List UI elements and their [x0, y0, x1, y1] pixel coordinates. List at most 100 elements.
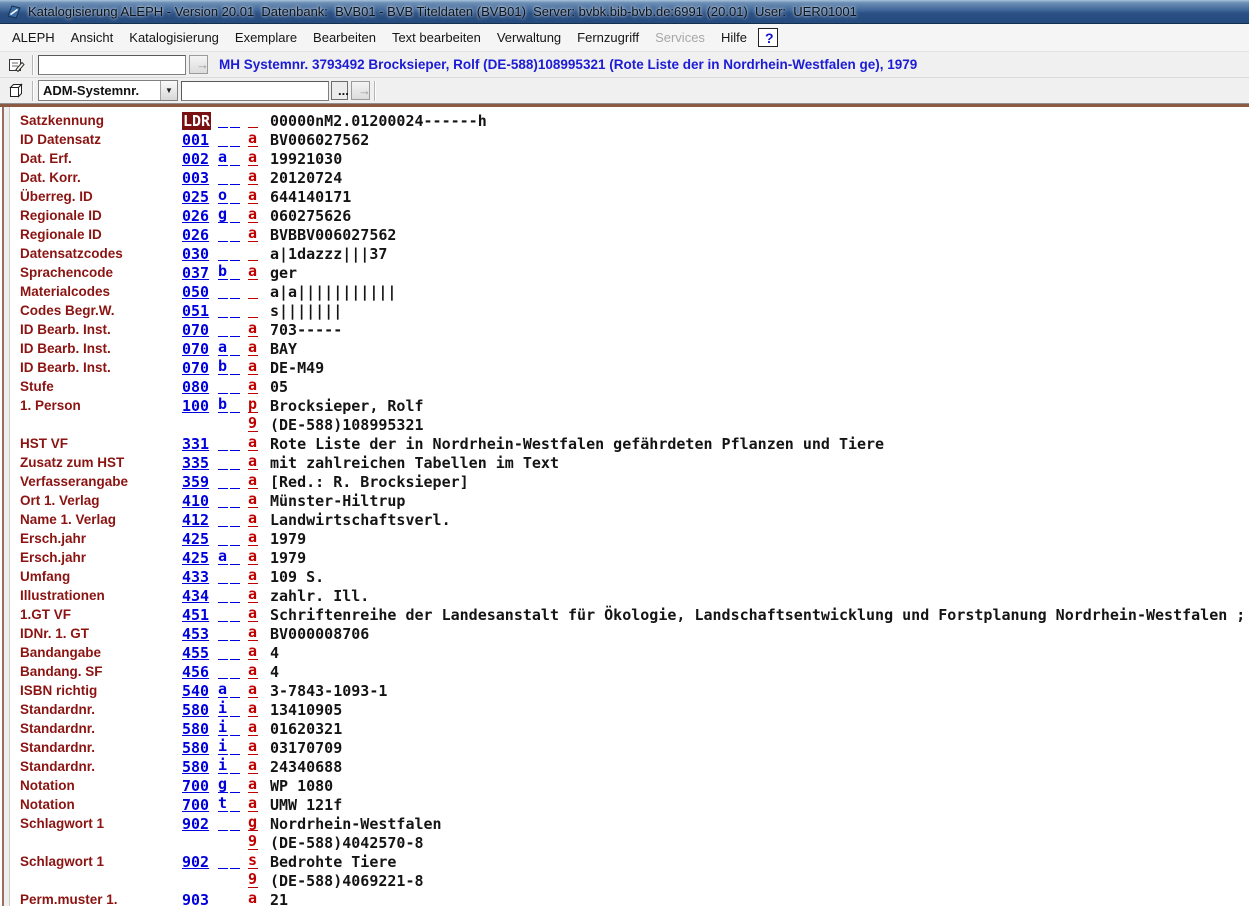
- subfield-code[interactable]: a: [248, 644, 258, 660]
- indicator-2[interactable]: [230, 454, 240, 470]
- subfield-code[interactable]: a: [248, 359, 258, 375]
- field-tag[interactable]: 100: [182, 397, 209, 415]
- indicator-2[interactable]: [230, 169, 240, 185]
- field-value[interactable]: 4: [270, 663, 279, 681]
- indicator-1[interactable]: [218, 112, 228, 128]
- field-value[interactable]: 05: [270, 378, 288, 396]
- indicator-1[interactable]: [218, 530, 228, 546]
- indicator-2[interactable]: [230, 587, 240, 603]
- subfield-code[interactable]: a: [248, 739, 258, 755]
- field-tag[interactable]: 902: [182, 853, 209, 871]
- subfield-code[interactable]: a: [248, 587, 258, 603]
- indicator-2[interactable]: [230, 644, 240, 660]
- subfield-code[interactable]: a: [248, 264, 258, 280]
- indicator-2[interactable]: [230, 891, 240, 906]
- field-value[interactable]: 20120724: [270, 169, 342, 187]
- field-tag[interactable]: 335: [182, 454, 209, 472]
- field-tag[interactable]: 070: [182, 340, 209, 358]
- indicator-1[interactable]: [218, 131, 228, 147]
- field-tag[interactable]: 070: [182, 321, 209, 339]
- indicator-2[interactable]: [230, 435, 240, 451]
- subfield-code[interactable]: a: [248, 473, 258, 489]
- search-value-input[interactable]: [181, 81, 329, 101]
- indicator-1[interactable]: [218, 169, 228, 185]
- field-tag[interactable]: 080: [182, 378, 209, 396]
- menu-item-fernzugriff[interactable]: Fernzugriff: [569, 26, 647, 49]
- menu-item-hilfe[interactable]: Hilfe: [713, 26, 755, 49]
- subfield-code[interactable]: a: [248, 169, 258, 185]
- indicator-2[interactable]: [230, 511, 240, 527]
- indicator-1[interactable]: a: [218, 682, 228, 698]
- menu-item-ansicht[interactable]: Ansicht: [63, 26, 122, 49]
- subfield-code[interactable]: a: [248, 663, 258, 679]
- indicator-2[interactable]: [230, 682, 240, 698]
- indicator-2[interactable]: [230, 378, 240, 394]
- field-value[interactable]: 19921030: [270, 150, 342, 168]
- indicator-2[interactable]: [230, 777, 240, 793]
- field-tag[interactable]: 026: [182, 207, 209, 225]
- subfield-code[interactable]: a: [248, 796, 258, 812]
- indicator-2[interactable]: [230, 625, 240, 641]
- subfield-code[interactable]: a: [248, 568, 258, 584]
- field-tag[interactable]: 030: [182, 245, 209, 263]
- indicator-2[interactable]: [230, 492, 240, 508]
- field-value[interactable]: (DE-588)4069221-8: [270, 872, 424, 890]
- field-tag[interactable]: 051: [182, 302, 209, 320]
- field-value[interactable]: 703-----: [270, 321, 342, 339]
- field-tag[interactable]: 433: [182, 568, 209, 586]
- field-tag[interactable]: 050: [182, 283, 209, 301]
- search-type-dropdown[interactable]: ADM-Systemnr. ▼: [38, 80, 178, 101]
- subfield-code[interactable]: a: [248, 131, 258, 147]
- field-tag[interactable]: 456: [182, 663, 209, 681]
- indicator-1[interactable]: [218, 283, 228, 299]
- subfield-code[interactable]: a: [248, 340, 258, 356]
- field-value[interactable]: Bedrohte Tiere: [270, 853, 396, 871]
- field-value[interactable]: 1979: [270, 549, 306, 567]
- menu-item-katalogisierung[interactable]: Katalogisierung: [121, 26, 227, 49]
- field-tag[interactable]: LDR: [182, 112, 211, 130]
- indicator-2[interactable]: [230, 720, 240, 736]
- subfield-code[interactable]: 9: [248, 872, 258, 888]
- subfield-code[interactable]: a: [248, 321, 258, 337]
- field-tag[interactable]: 903: [182, 891, 209, 906]
- field-value[interactable]: 21: [270, 891, 288, 906]
- subfield-code[interactable]: g: [248, 815, 258, 831]
- indicator-1[interactable]: [218, 568, 228, 584]
- subfield-code[interactable]: [248, 283, 258, 299]
- indicator-1[interactable]: a: [218, 340, 228, 356]
- subfield-code[interactable]: a: [248, 606, 258, 622]
- field-value[interactable]: Schriftenreihe der Landesanstalt für Öko…: [270, 606, 1249, 624]
- menu-item-exemplare[interactable]: Exemplare: [227, 26, 305, 49]
- indicator-2[interactable]: [230, 359, 240, 375]
- field-tag[interactable]: 453: [182, 625, 209, 643]
- indicator-1[interactable]: a: [218, 150, 228, 166]
- field-tag[interactable]: 359: [182, 473, 209, 491]
- field-value[interactable]: a|a|||||||||||: [270, 283, 396, 301]
- indicator-2[interactable]: [230, 112, 240, 128]
- field-value[interactable]: ger: [270, 264, 297, 282]
- subfield-code[interactable]: a: [248, 549, 258, 565]
- indicator-1[interactable]: [218, 644, 228, 660]
- subfield-code[interactable]: a: [248, 777, 258, 793]
- field-value[interactable]: Münster-Hiltrup: [270, 492, 405, 510]
- field-value[interactable]: UMW 121f: [270, 796, 342, 814]
- indicator-1[interactable]: i: [218, 701, 228, 717]
- indicator-1[interactable]: [218, 302, 228, 318]
- field-value[interactable]: BV000008706: [270, 625, 369, 643]
- indicator-1[interactable]: [218, 625, 228, 641]
- menu-item-text-bearbeiten[interactable]: Text bearbeiten: [384, 26, 489, 49]
- indicator-1[interactable]: o: [218, 188, 228, 204]
- menu-item-bearbeiten[interactable]: Bearbeiten: [305, 26, 384, 49]
- field-tag[interactable]: 001: [182, 131, 209, 149]
- indicator-1[interactable]: i: [218, 758, 228, 774]
- indicator-1[interactable]: [218, 454, 228, 470]
- field-value[interactable]: 109 S.: [270, 568, 324, 586]
- indicator-2[interactable]: [230, 796, 240, 812]
- field-tag[interactable]: 026: [182, 226, 209, 244]
- field-value[interactable]: [Red.: R. Brocksieper]: [270, 473, 469, 491]
- field-value[interactable]: Rote Liste der in Nordrhein-Westfalen ge…: [270, 435, 884, 453]
- field-tag[interactable]: 700: [182, 777, 209, 795]
- indicator-2[interactable]: [230, 701, 240, 717]
- menu-item-verwaltung[interactable]: Verwaltung: [489, 26, 569, 49]
- indicator-2[interactable]: [230, 473, 240, 489]
